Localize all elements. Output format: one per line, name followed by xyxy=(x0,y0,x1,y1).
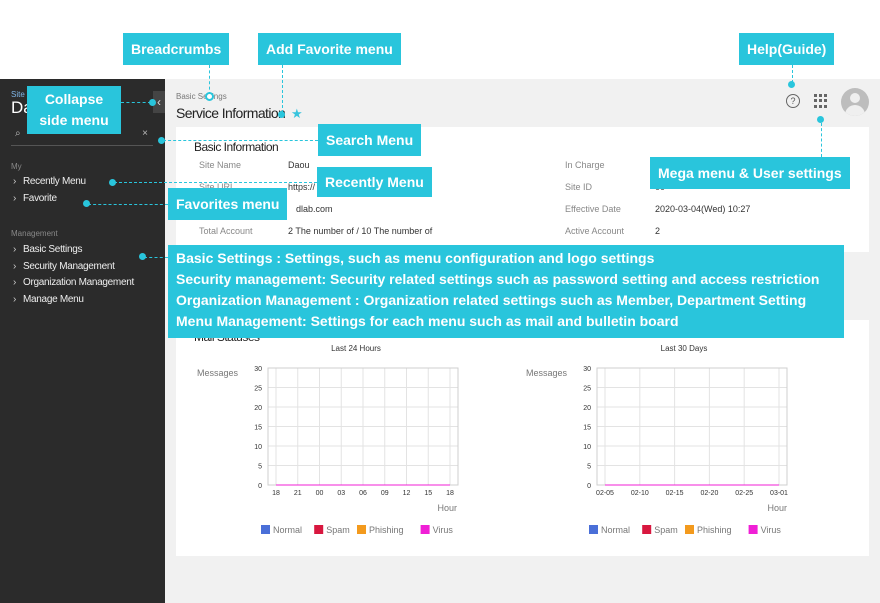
legend-swatch xyxy=(261,525,270,534)
callout-favorites-menu: Favorites menu xyxy=(168,188,288,220)
x-tick-label: 02-10 xyxy=(631,490,649,497)
legend-label: Normal xyxy=(601,525,630,535)
callout-mega-menu: Mega menu & User settings xyxy=(650,157,850,189)
search-icon: ⌕ xyxy=(15,128,21,139)
x-tick-label: 21 xyxy=(294,490,302,497)
chevron-left-icon: ‹ xyxy=(157,95,161,109)
annotated-screenshot: Site Da ‹ ⌕ × My › Recently Menu › Favorit… xyxy=(0,0,880,603)
x-tick-label: 18 xyxy=(446,490,454,497)
sidebar-item-manage-menu[interactable]: › Manage Menu xyxy=(13,294,84,305)
sidebar-item-label: Favorite xyxy=(23,193,57,204)
x-tick-label: 02-15 xyxy=(666,490,684,497)
legend-swatch xyxy=(420,525,430,534)
x-tick-label: 02-20 xyxy=(700,490,718,497)
legend-swatch xyxy=(589,525,598,534)
callout-collapse-side-menu: Collapse side menu xyxy=(27,86,121,134)
y-tick-label: 25 xyxy=(254,386,262,393)
sidebar-item-security-management[interactable]: › Security Management xyxy=(13,261,115,272)
chart-x-axis-label: Hour xyxy=(767,503,787,513)
legend-label: Normal xyxy=(273,525,302,535)
legend-swatch xyxy=(357,525,366,534)
callout-recently-menu: Recently Menu xyxy=(317,167,432,197)
chart-x-axis-label: Hour xyxy=(437,503,457,513)
y-tick-label: 30 xyxy=(583,366,591,373)
legend-label: Virus xyxy=(433,525,454,535)
y-tick-label: 10 xyxy=(254,444,262,451)
sidebar-item-organization-management[interactable]: › Organization Management xyxy=(13,277,134,288)
y-tick-label: 5 xyxy=(258,464,262,471)
y-tick-label: 20 xyxy=(583,405,591,412)
callout-search-menu: Search Menu xyxy=(318,124,422,156)
y-tick-label: 15 xyxy=(254,425,262,432)
y-tick-label: 0 xyxy=(587,483,591,490)
legend-label: Spam xyxy=(326,525,350,535)
y-tick-label: 5 xyxy=(587,464,591,471)
chart-y-axis-label: Messages xyxy=(197,368,239,378)
callout-help: Help(Guide) xyxy=(739,33,835,65)
sidebar-item-favorite[interactable]: › Favorite xyxy=(13,193,57,204)
chart-title: Last 30 Days xyxy=(661,344,708,353)
legend-label: Phishing xyxy=(697,525,732,535)
x-tick-label: 02-05 xyxy=(596,490,614,497)
legend-label: Virus xyxy=(761,525,782,535)
y-tick-label: 10 xyxy=(583,444,591,451)
x-tick-label: 12 xyxy=(403,490,411,497)
legend-swatch xyxy=(748,525,758,534)
x-tick-label: 06 xyxy=(359,490,367,497)
x-tick-label: 03-01 xyxy=(770,490,788,497)
x-tick-label: 15 xyxy=(424,490,432,497)
x-tick-label: 00 xyxy=(316,490,324,497)
y-tick-label: 30 xyxy=(254,366,262,373)
sidebar-item-label: Basic Settings xyxy=(23,244,83,255)
sidebar-item-label: Security Management xyxy=(23,261,115,272)
legend-label: Spam xyxy=(654,525,678,535)
x-tick-label: 03 xyxy=(337,490,345,497)
y-tick-label: 25 xyxy=(583,386,591,393)
side-menu: Site Da ‹ ⌕ × My › Recently Menu › Favorit… xyxy=(0,79,165,603)
callout-add-favorite: Add Favorite menu xyxy=(258,33,401,65)
sidebar-item-basic-settings[interactable]: › Basic Settings xyxy=(13,244,82,255)
chart-title: Last 24 Hours xyxy=(331,344,381,353)
chevron-right-icon: › xyxy=(13,176,17,187)
my-section-label: My xyxy=(11,162,22,171)
sidebar-item-label: Manage Menu xyxy=(23,294,84,305)
chevron-right-icon: › xyxy=(13,244,17,255)
x-tick-label: 09 xyxy=(381,490,389,497)
callout-settings-description: Basic Settings : Settings, such as menu … xyxy=(168,245,844,338)
y-tick-label: 15 xyxy=(583,425,591,432)
legend-swatch xyxy=(685,525,694,534)
sidebar-item-recently-menu[interactable]: › Recently Menu xyxy=(13,176,86,187)
chevron-right-icon: › xyxy=(13,277,17,288)
legend-swatch xyxy=(314,525,324,534)
chevron-right-icon: › xyxy=(13,261,17,272)
x-tick-label: 02-25 xyxy=(735,490,753,497)
y-tick-label: 20 xyxy=(254,405,262,412)
x-tick-label: 18 xyxy=(272,490,280,497)
chevron-right-icon: › xyxy=(13,193,17,204)
legend-label: Phishing xyxy=(369,525,404,535)
sidebar-item-label: Recently Menu xyxy=(23,176,86,187)
legend-swatch xyxy=(642,525,652,534)
management-section-label: Management xyxy=(11,229,58,238)
callout-breadcrumbs: Breadcrumbs xyxy=(123,33,230,65)
chevron-right-icon: › xyxy=(13,294,17,305)
y-tick-label: 0 xyxy=(258,483,262,490)
clear-search-icon[interactable]: × xyxy=(142,128,148,139)
sidebar-item-label: Organization Management xyxy=(23,277,134,288)
chart-y-axis-label: Messages xyxy=(526,368,568,378)
